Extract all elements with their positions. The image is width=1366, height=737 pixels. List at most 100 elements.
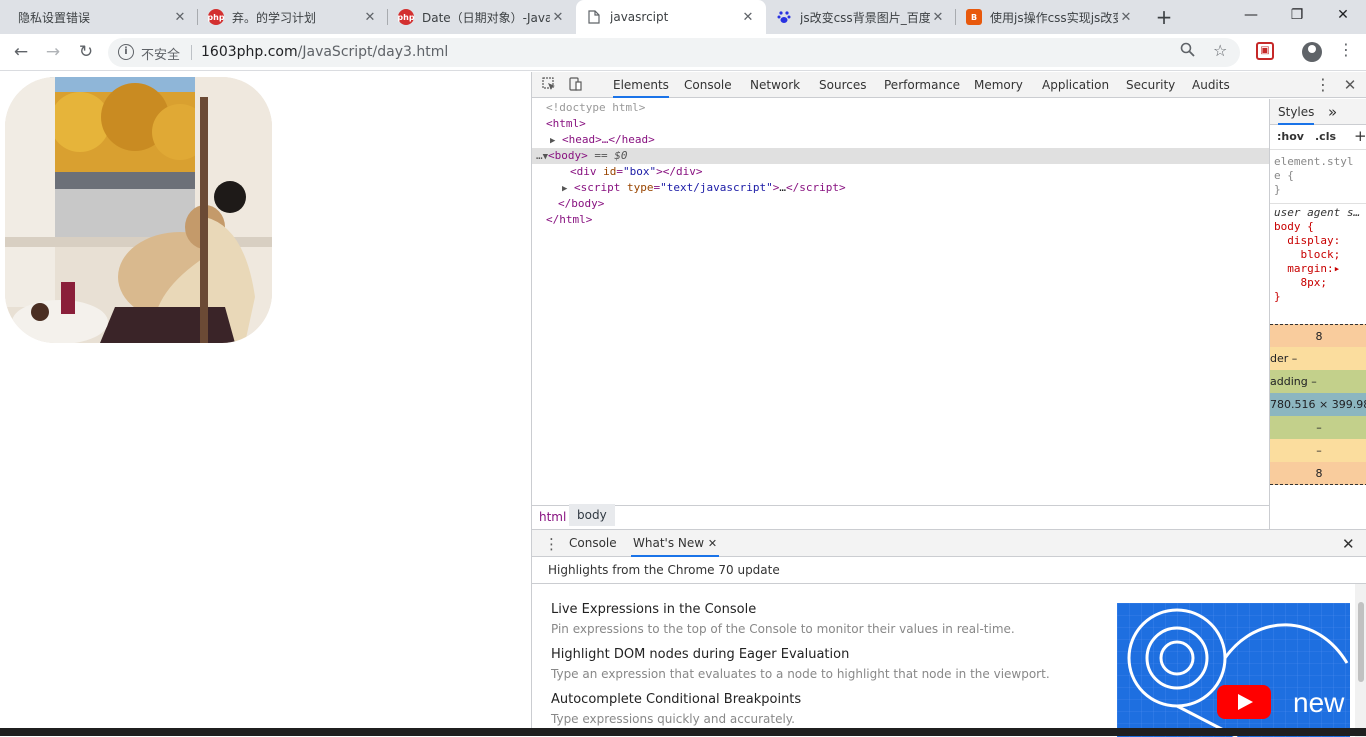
more-tabs-icon[interactable]: » (1328, 99, 1337, 125)
browser-tab[interactable]: B 使用js操作css实现js改变 ✕ (956, 0, 1144, 34)
address-bar[interactable]: i 不安全 1603php.com/JavaScript/day3.html ☆ (108, 38, 1240, 67)
forward-arrow-icon[interactable]: → (41, 41, 65, 65)
scrollbar-thumb[interactable] (1358, 602, 1364, 682)
drawer-tab-console[interactable]: Console (569, 530, 617, 557)
drawer-menu-icon[interactable]: ⋮ (544, 535, 559, 553)
tab-performance[interactable]: Performance (884, 72, 960, 98)
box-model-padding-bottom[interactable]: – (1270, 416, 1366, 439)
restore-button[interactable]: ❐ (1274, 0, 1320, 34)
tab-title: Date（日期对象）-Java (422, 10, 550, 25)
box-image (5, 77, 272, 343)
close-tab-icon[interactable]: ✕ (550, 10, 566, 25)
tab-sources[interactable]: Sources (819, 72, 866, 98)
user-agent-rule[interactable]: body { display: block; margin:▸ 8px; } (1274, 220, 1340, 304)
extension-icon[interactable]: ▣ (1256, 42, 1274, 60)
close-devtools-icon[interactable]: ✕ (1342, 77, 1358, 93)
page-icon (586, 9, 602, 25)
tab-console[interactable]: Console (684, 72, 732, 98)
dom-doctype[interactable]: <!doctype html> (532, 100, 1269, 116)
close-tab-icon[interactable]: ✕ (362, 10, 378, 25)
insecure-label[interactable]: 不安全 (141, 44, 180, 63)
zoom-icon[interactable] (1180, 42, 1195, 61)
breadcrumb-html[interactable]: html (539, 510, 566, 524)
url-text[interactable]: 1603php.com/JavaScript/day3.html (201, 44, 448, 60)
b-favicon-icon: B (966, 9, 982, 25)
devtools-drawer: ⋮ Console What's New ✕ ✕ Highlights from… (532, 529, 1366, 737)
expand-triangle-icon[interactable]: ▶ (550, 136, 555, 146)
dom-div-box[interactable]: <div id="box"></div> (532, 164, 1269, 180)
feature-title[interactable]: Live Expressions in the Console (551, 602, 756, 617)
back-arrow-icon[interactable]: ← (9, 41, 33, 65)
browser-tab[interactable]: 隐私设置错误 ✕ (8, 0, 198, 34)
info-icon[interactable]: i (118, 44, 134, 60)
tab-application[interactable]: Application (1042, 72, 1109, 98)
dom-body[interactable]: …▼<body> == $0 (532, 148, 1269, 164)
close-tab-icon[interactable]: ✕ (172, 10, 188, 25)
close-drawer-icon[interactable]: ✕ (1342, 535, 1355, 553)
browser-tab[interactable]: php Date（日期对象）-Java ✕ (388, 0, 576, 34)
dom-html[interactable]: <html> (532, 116, 1269, 132)
baidu-paw-icon (776, 9, 792, 25)
close-tab-icon[interactable]: ✕ (1118, 10, 1134, 25)
box-model-content[interactable]: 780.516 × 399.984 (1270, 393, 1366, 416)
browser-tab-strip: 隐私设置错误 ✕ php 弃。的学习计划 ✕ php Date（日期对象）-Ja… (0, 0, 1366, 34)
box-model-border[interactable]: der – (1270, 347, 1366, 370)
tab-memory[interactable]: Memory (974, 72, 1023, 98)
box-model-margin-bottom[interactable]: 8 (1270, 462, 1366, 485)
dom-body-close[interactable]: </body> (532, 196, 1269, 212)
tab-security[interactable]: Security (1126, 72, 1175, 98)
highlights-header: Highlights from the Chrome 70 update (532, 557, 1366, 584)
box-model-margin[interactable]: 8 (1270, 324, 1366, 347)
box-model-padding[interactable]: adding – (1270, 370, 1366, 393)
new-tab-button[interactable]: + (1152, 6, 1176, 28)
drawer-tab-whats-new[interactable]: What's New ✕ (631, 530, 720, 557)
feature-title[interactable]: Autocomplete Conditional Breakpoints (551, 692, 801, 707)
tab-title: 隐私设置错误 (18, 10, 91, 25)
device-toolbar-icon[interactable] (567, 77, 583, 93)
tab-audits[interactable]: Audits (1192, 72, 1230, 98)
bookmark-star-icon[interactable]: ☆ (1213, 41, 1227, 60)
browser-tab[interactable]: js改变css背景图片_百度 ✕ (766, 0, 956, 34)
tab-network[interactable]: Network (750, 72, 800, 98)
promo-video-thumbnail[interactable]: new (1117, 603, 1350, 737)
box-model-border-bottom[interactable]: – (1270, 439, 1366, 462)
php-favicon-icon: php (397, 9, 415, 25)
breadcrumb-body[interactable]: body (569, 504, 615, 526)
devtools-menu-icon[interactable]: ⋮ (1315, 77, 1331, 93)
styles-pane: Styles » :hov .cls + element.styl e { } … (1269, 99, 1366, 529)
tab-title: 弃。的学习计划 (232, 10, 317, 25)
new-rule-icon[interactable]: + (1354, 127, 1366, 145)
close-tab-icon[interactable]: ✕ (708, 537, 717, 550)
inspect-element-icon[interactable] (541, 77, 557, 93)
browser-toolbar: ← → ↻ i 不安全 1603php.com/JavaScript/day3.… (0, 34, 1366, 71)
os-taskbar (0, 728, 1366, 736)
tab-title: js改变css背景图片_百度 (800, 10, 930, 25)
feature-title[interactable]: Highlight DOM nodes during Eager Evaluat… (551, 647, 849, 662)
element-style-rule[interactable]: element.styl e { } (1274, 155, 1353, 197)
expand-triangle-icon[interactable]: ▶ (562, 184, 567, 194)
dom-script[interactable]: ▶ <script type="text/javascript">…</scri… (532, 180, 1269, 196)
tab-styles[interactable]: Styles (1278, 99, 1315, 125)
cls-toggle[interactable]: .cls (1315, 130, 1336, 143)
close-tab-icon[interactable]: ✕ (930, 10, 946, 25)
page-viewport (0, 72, 531, 736)
user-agent-label: user agent s… (1274, 206, 1361, 219)
reload-icon[interactable]: ↻ (74, 41, 98, 65)
tab-title: javasrcipt (610, 10, 669, 24)
chrome-menu-icon[interactable]: ⋮ (1338, 40, 1354, 60)
close-window-button[interactable]: ✕ (1320, 0, 1366, 34)
hov-toggle[interactable]: :hov (1277, 130, 1304, 143)
feature-desc: Pin expressions to the top of the Consol… (551, 622, 1015, 636)
devtools-panel: Elements Console Network Sources Perform… (531, 72, 1366, 737)
php-favicon-icon: php (207, 9, 225, 25)
minimize-button[interactable]: — (1228, 0, 1274, 34)
tab-elements[interactable]: Elements (613, 72, 669, 98)
browser-tab-active[interactable]: javasrcipt ✕ (576, 0, 766, 34)
browser-tab[interactable]: php 弃。的学习计划 ✕ (198, 0, 388, 34)
dom-html-close[interactable]: </html> (532, 212, 1269, 228)
drawer-scrollbar[interactable] (1355, 584, 1366, 737)
breadcrumb: html body (532, 504, 1269, 529)
close-tab-icon[interactable]: ✕ (740, 10, 756, 25)
profile-avatar-icon[interactable] (1302, 42, 1322, 62)
dom-head[interactable]: ▶ <head>…</head> (532, 132, 1269, 148)
